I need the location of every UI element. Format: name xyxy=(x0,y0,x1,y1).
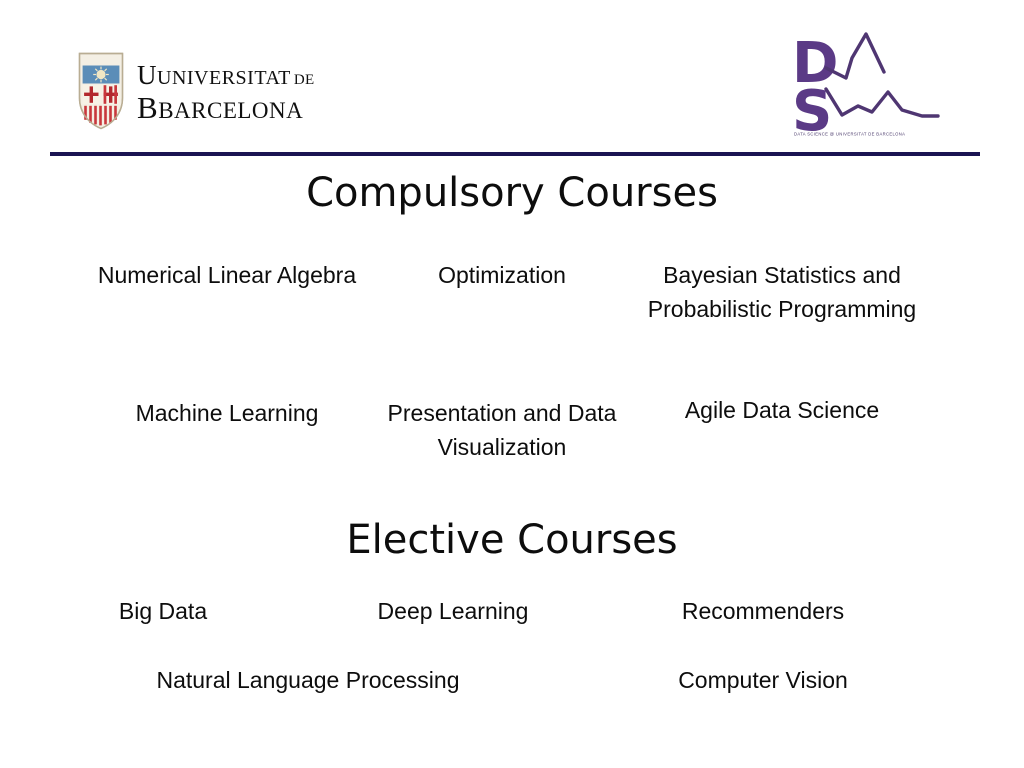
course-item-big-data: Big Data xyxy=(118,598,208,624)
ub-wordmark: UUNIVERSITAT DE BBARCELONA xyxy=(137,60,315,123)
ub-shield-icon xyxy=(78,52,124,130)
ds-logo-graphic: D S xyxy=(792,31,940,135)
universitat-de-barcelona-logo: UUNIVERSITAT DE BBARCELONA xyxy=(78,52,315,130)
course-item-machine-learning: Machine Learning xyxy=(135,400,319,426)
section-title-compulsory: Compulsory Courses xyxy=(306,170,718,216)
slide-header: UUNIVERSITAT DE BBARCELONA D S DATA SCIEN… xyxy=(0,0,1024,158)
course-row: Machine Learning Presentation and Data V… xyxy=(0,393,1024,464)
ub-wordmark-line-2: BBARCELONA xyxy=(137,89,304,125)
course-item-optimization: Optimization xyxy=(438,262,566,288)
course-row: Natural Language Processing Computer Vis… xyxy=(0,663,1024,697)
course-item-numerical-linear-algebra: Numerical Linear Algebra xyxy=(97,262,357,288)
course-item-agile-data-science: Agile Data Science xyxy=(684,397,880,423)
course-item-natural-language-processing: Natural Language Processing xyxy=(156,667,460,693)
course-item-computer-vision: Computer Vision xyxy=(678,667,848,693)
compulsory-courses-grid: Numerical Linear Algebra Optimization Ba… xyxy=(0,258,1024,464)
elective-courses-grid: Big Data Deep Learning Recommenders Natu… xyxy=(0,594,1024,697)
section-title-elective: Elective Courses xyxy=(346,517,678,563)
ds-logo-caption: DATA SCIENCE @ UNIVERSITAT DE BARCELONA xyxy=(794,131,906,137)
course-item-recommenders: Recommenders xyxy=(681,598,845,624)
course-row: Big Data Deep Learning Recommenders xyxy=(0,594,1024,628)
course-item-presentation-and-data-visualization: Presentation and Data Visualization xyxy=(387,400,617,460)
ds-lower-polyline xyxy=(824,87,940,118)
header-divider xyxy=(50,152,980,156)
course-item-deep-learning: Deep Learning xyxy=(377,598,529,624)
course-item-bayesian-statistics: Bayesian Statistics and Probabilistic Pr… xyxy=(647,262,917,322)
course-row: Numerical Linear Algebra Optimization Ba… xyxy=(0,258,1024,326)
data-science-ds-logo: D S DATA SCIENCE @ UNIVERSITAT DE BARCEL… xyxy=(790,30,950,148)
ub-wordmark-line-1: UUNIVERSITAT DE xyxy=(137,59,315,90)
